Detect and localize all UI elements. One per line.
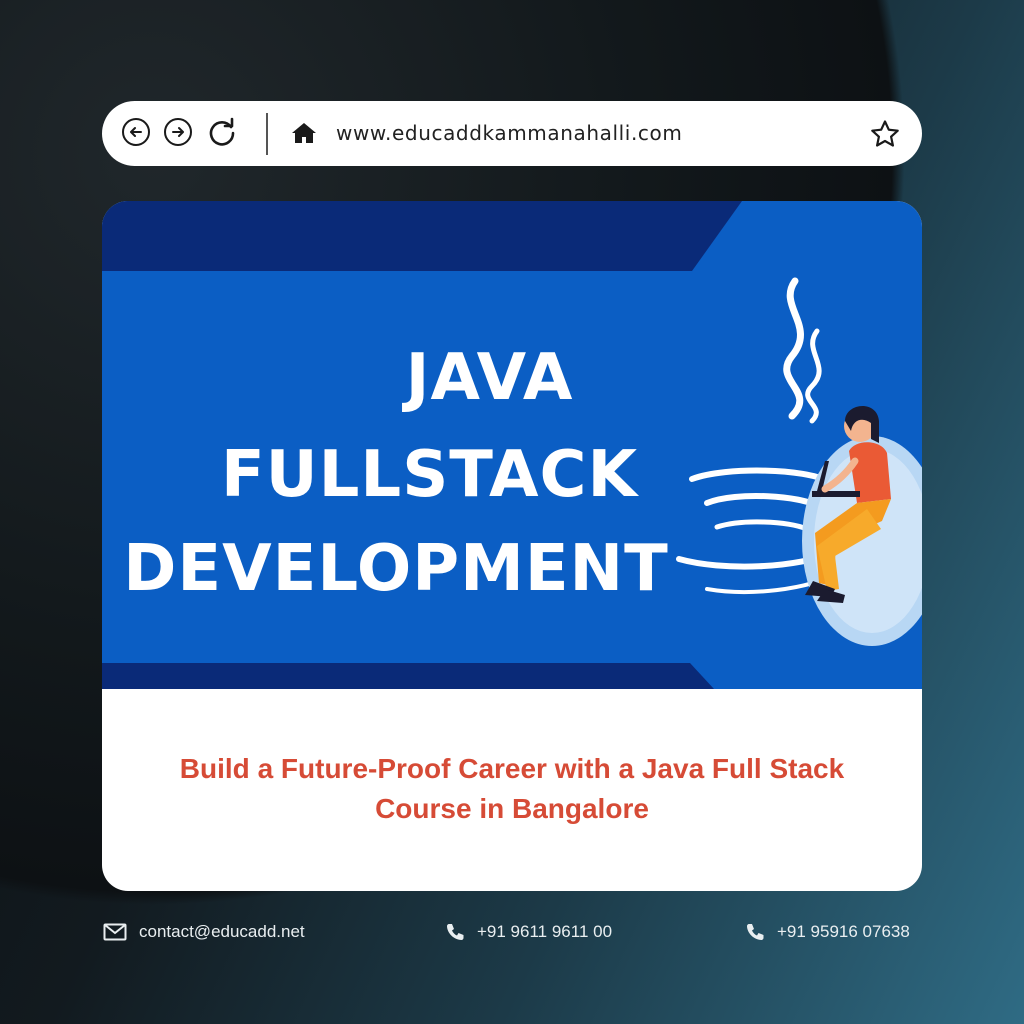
back-button[interactable] (122, 118, 150, 146)
forward-icon (172, 127, 184, 137)
forward-button[interactable] (164, 118, 192, 146)
star-icon[interactable] (870, 119, 900, 149)
course-card: JAVA FULLSTACK DEVELOPMENT Build a Futur… (102, 201, 922, 891)
email-text: contact@educadd.net (139, 922, 305, 941)
refresh-button[interactable] (206, 116, 238, 148)
toolbar-divider (266, 113, 268, 155)
phone-icon (447, 924, 464, 940)
phone-contact-1[interactable]: +91 9611 9611 00 (445, 922, 612, 942)
phone-text-1: +91 9611 9611 00 (477, 922, 613, 941)
refresh-icon (209, 117, 235, 146)
contact-footer: contact@educadd.net +91 9611 9611 00 +91… (0, 918, 1024, 950)
address-bar-url[interactable]: www.educaddkammanahalli.com (336, 121, 682, 145)
mail-icon (103, 923, 127, 941)
course-banner: JAVA FULLSTACK DEVELOPMENT (102, 201, 922, 689)
java-developer-illustration (676, 277, 922, 646)
browser-bar: www.educaddkammanahalli.com (102, 101, 922, 166)
phone-contact-2[interactable]: +91 95916 07638 (745, 922, 910, 942)
email-contact[interactable]: contact@educadd.net (103, 922, 305, 942)
title-line-3: DEVELOPMENT (123, 532, 669, 606)
phone-text-2: +91 95916 07638 (777, 922, 910, 941)
back-icon (130, 127, 142, 137)
title-line-2: FULLSTACK (220, 438, 639, 512)
course-tagline: Build a Future-Proof Career with a Java … (179, 753, 845, 824)
banner-top-stripe (102, 201, 742, 271)
title-line-1: JAVA (405, 341, 574, 415)
phone-icon (747, 924, 764, 940)
home-icon[interactable] (291, 121, 317, 145)
